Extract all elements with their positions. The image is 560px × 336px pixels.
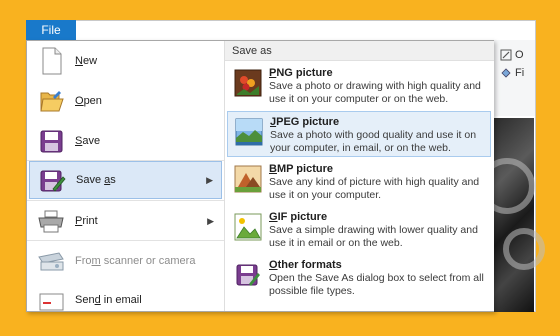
pencil-icon: [500, 49, 512, 61]
menu-separator: [27, 240, 224, 241]
jpeg-picture-icon: [235, 118, 263, 146]
save-as-submenu: Save as PNG picture Save a photo or draw…: [224, 41, 494, 311]
save-as-other-formats-option[interactable]: Other formats Open the Save As dialog bo…: [227, 255, 491, 301]
save-disk-icon: [35, 125, 67, 157]
new-document-icon: [35, 45, 67, 77]
option-description: Save a photo with good quality and use i…: [270, 129, 477, 154]
menu-item-send-email[interactable]: Send in email: [29, 281, 222, 319]
menu-item-label: Print: [75, 215, 98, 227]
option-title: PNG picture: [269, 67, 333, 79]
option-description: Save a simple drawing with lower quality…: [269, 224, 478, 249]
option-description: Open the Save As dialog box to select fr…: [269, 272, 484, 297]
option-description: Save a photo or drawing with high qualit…: [269, 80, 481, 105]
ribbon-edge: O Fi: [493, 40, 535, 116]
menu-item-new[interactable]: New: [29, 42, 222, 80]
submenu-title: Save as: [225, 41, 494, 61]
save-as-jpeg-option[interactable]: JPEG picture Save a photo with good qual…: [227, 111, 491, 157]
menu-item-from-scanner[interactable]: From scanner or camera: [29, 242, 222, 280]
option-title: GIF picture: [269, 211, 328, 223]
ribbon-fill-label: Fi: [515, 67, 525, 79]
menu-separator: [27, 200, 224, 201]
printer-icon: [35, 205, 67, 237]
option-title: Other formats: [269, 259, 342, 271]
option-title: BMP picture: [269, 163, 333, 175]
file-menu-commands: New Open Save Save as ▶ Print ▶ From sca…: [27, 41, 224, 311]
save-as-gif-option[interactable]: GIF picture Save a simple drawing with l…: [227, 207, 491, 253]
menu-item-label: Save as: [76, 174, 116, 186]
gif-picture-icon: [234, 213, 262, 241]
fill-icon: [501, 68, 511, 78]
ribbon-outline-label: O: [515, 49, 524, 61]
canvas-photo[interactable]: [479, 118, 545, 312]
save-as-png-option[interactable]: PNG picture Save a photo or drawing with…: [227, 63, 491, 109]
save-as-icon: [36, 164, 68, 196]
menu-item-label: Save: [75, 135, 101, 147]
scanner-icon: [35, 245, 67, 277]
bmp-picture-icon: [234, 165, 262, 193]
open-folder-icon: [35, 85, 67, 117]
submenu-arrow-icon: ▶: [207, 215, 214, 226]
menu-item-print[interactable]: Print ▶: [29, 202, 222, 240]
menu-item-open[interactable]: Open: [29, 82, 222, 120]
email-icon: [35, 284, 67, 316]
menu-item-label: Open: [75, 95, 102, 107]
submenu-arrow-icon: ▶: [206, 174, 213, 185]
menu-item-save-as[interactable]: Save as ▶: [29, 161, 222, 199]
png-picture-icon: [234, 69, 262, 97]
ribbon-fill-button[interactable]: Fi: [500, 64, 524, 82]
photo-detail: [503, 228, 545, 270]
file-menu: New Open Save Save as ▶ Print ▶ From sca…: [26, 40, 494, 312]
option-description: Save any kind of picture with high quali…: [269, 176, 480, 201]
save-as-bmp-option[interactable]: BMP picture Save any kind of picture wit…: [227, 159, 491, 205]
option-title: JPEG picture: [270, 116, 340, 128]
menu-item-label: Send in email: [75, 294, 142, 306]
other-formats-icon: [234, 261, 262, 289]
menu-item-label: New: [75, 55, 98, 67]
ribbon-outline-button[interactable]: O: [500, 46, 524, 64]
menu-item-label: From scanner or camera: [75, 255, 196, 267]
file-tab[interactable]: File: [26, 20, 76, 40]
menu-item-save[interactable]: Save: [29, 122, 222, 160]
